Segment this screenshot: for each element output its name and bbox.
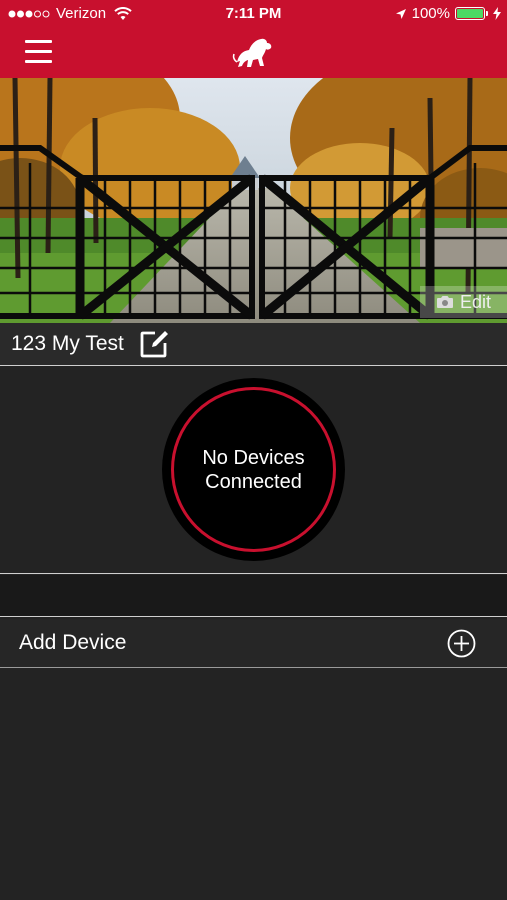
location-photo: Edit — [0, 78, 507, 323]
location-arrow-icon — [395, 8, 406, 19]
add-device-row[interactable]: Add Device — [0, 619, 507, 668]
charging-bolt-icon — [493, 7, 501, 20]
edit-photo-button[interactable]: Edit — [420, 286, 507, 318]
plus-circle-icon[interactable] — [447, 629, 476, 658]
battery-icon — [455, 7, 488, 20]
status-right: 100% — [395, 5, 501, 22]
lion-logo-icon — [232, 38, 272, 67]
hamburger-menu-icon[interactable] — [25, 40, 52, 64]
app-header — [0, 28, 507, 78]
location-name: 123 My Test — [11, 332, 124, 355]
add-device-label: Add Device — [19, 631, 127, 654]
edit-note-icon[interactable] — [138, 328, 170, 360]
device-status-circle: No Devices Connected — [162, 378, 345, 561]
section-spacer — [0, 575, 507, 617]
status-bar: Verizon 7:11 PM 100% — [0, 0, 507, 28]
device-status-text: No Devices Connected — [202, 446, 305, 493]
edit-photo-label: Edit — [459, 291, 492, 312]
empty-content-area — [0, 669, 507, 900]
location-name-row: 123 My Test — [0, 323, 507, 366]
camera-icon — [436, 296, 453, 308]
battery-percent: 100% — [411, 5, 450, 22]
device-status-panel: No Devices Connected — [0, 367, 507, 574]
